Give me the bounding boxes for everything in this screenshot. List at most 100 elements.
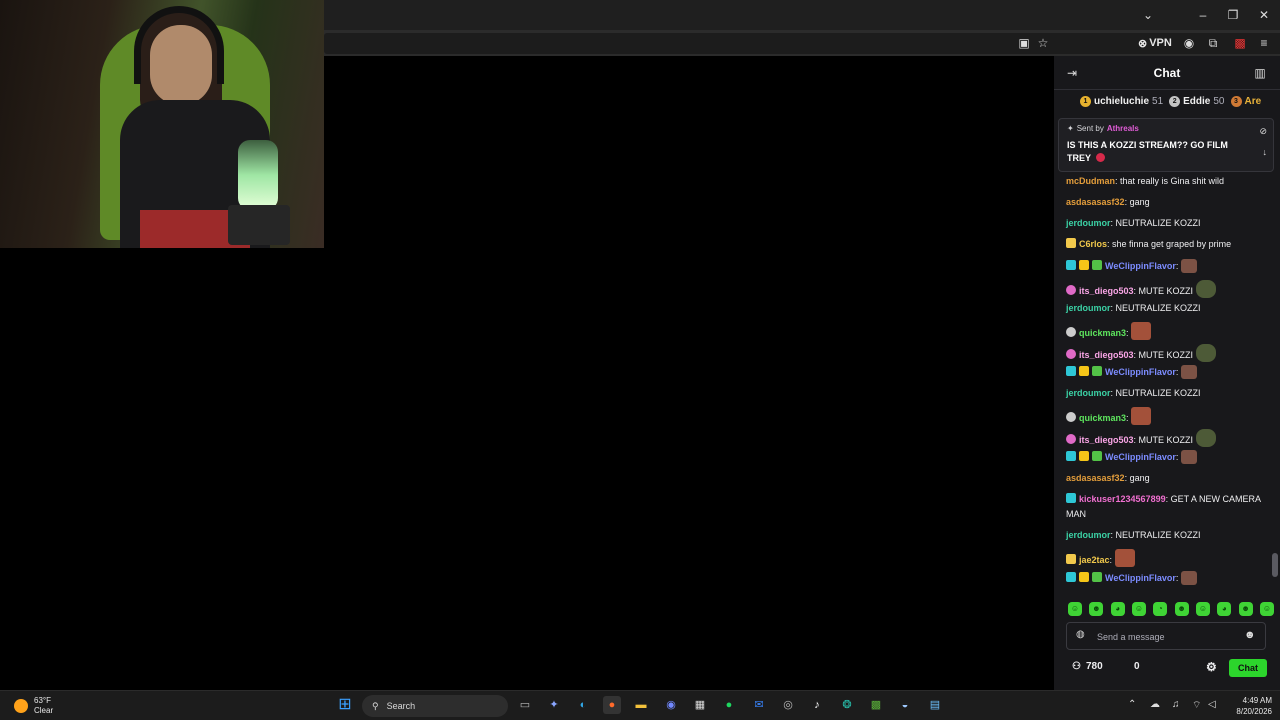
quick-emote-button[interactable]: ◕ [1110, 602, 1125, 616]
chat-username[interactable]: jerdoumor [1066, 218, 1111, 228]
k-badge-icon [1079, 451, 1089, 461]
chat-text: : NEUTRALIZE KOZZI [1110, 218, 1201, 228]
wifi-icon[interactable]: ⌔ [1192, 699, 1201, 712]
emote [1195, 344, 1216, 362]
points-count[interactable]: 0 [1134, 661, 1140, 672]
close-icon[interactable]: ✕ [1255, 6, 1273, 24]
chat-username[interactable]: jerdoumor [1066, 303, 1111, 313]
k-badge-icon [1079, 366, 1089, 376]
restore-icon[interactable]: ❐ [1224, 6, 1242, 24]
chat-username[interactable]: WeClippinFlavor [1105, 367, 1176, 377]
chat-username[interactable]: its_diego503 [1079, 435, 1134, 445]
start-icon[interactable]: ⊞ [336, 696, 354, 714]
quick-emote-button[interactable]: ☺ [1068, 602, 1082, 616]
emote-picker-icon[interactable]: ☻ [1244, 629, 1256, 641]
chat-message: WeClippinFlavor: [1066, 571, 1266, 586]
chat-username[interactable]: its_diego503 [1079, 286, 1134, 296]
copilot-icon[interactable]: ✦ [545, 696, 563, 714]
onedrive-icon[interactable]: ☁ [1150, 699, 1160, 710]
quick-emote-button[interactable]: ☻ [1238, 602, 1253, 616]
chat-text: : MUTE KOZZI [1133, 435, 1194, 445]
chat-username[interactable]: WeClippinFlavor [1105, 573, 1176, 583]
chat-settings-icon[interactable]: ▥ [1252, 65, 1268, 81]
extension-badge-icon[interactable]: ▩ [1232, 35, 1248, 51]
microphone-icon[interactable]: ♫ [1172, 699, 1180, 710]
chat-username[interactable]: kickuser1234567899 [1079, 494, 1166, 504]
vpn-button[interactable]: ⊗ VPN [1138, 35, 1172, 51]
vpn-icon: ⊗ [1138, 37, 1148, 50]
outlook-icon[interactable]: ✉ [750, 696, 768, 714]
quick-emote-button[interactable]: ◕ [1217, 602, 1232, 616]
chat-scrollbar[interactable] [1272, 553, 1278, 577]
address-bar[interactable] [324, 33, 1280, 54]
tab-list-icon[interactable]: ⌄ [1139, 6, 1157, 24]
quick-emote-button[interactable]: ☺ [1195, 602, 1210, 616]
spotify-icon[interactable]: ● [720, 696, 738, 714]
chat-username[interactable]: C6rlos [1079, 239, 1107, 249]
chat-message: jerdoumor: NEUTRALIZE KOZZI [1066, 301, 1266, 316]
quick-emote-button[interactable]: ☺ [1131, 602, 1146, 616]
viewer-count[interactable]: 780 [1086, 661, 1103, 672]
weather-condition: Clear [34, 706, 54, 715]
edge-icon[interactable]: ◐ [574, 696, 592, 714]
tiktok-icon[interactable]: ♪ [808, 696, 826, 714]
chatgpt-icon[interactable]: ❂ [838, 696, 856, 714]
system-clock[interactable]: 4:49 AM 8/20/2026 [1222, 695, 1272, 717]
weather-temperature: 63°F [34, 696, 51, 705]
clock-date: 8/20/2026 [1236, 707, 1272, 716]
quick-emote-button[interactable]: ☺ [1259, 602, 1274, 616]
leaderboard-item[interactable]: 3 Are [1230, 95, 1262, 107]
menu-icon[interactable]: ≡ [1256, 35, 1272, 51]
quick-emote-button[interactable]: ◔ [1153, 602, 1168, 616]
chat-username[interactable]: quickman3 [1079, 328, 1126, 338]
quick-emote-button[interactable]: ☻ [1174, 602, 1189, 616]
taskbar-search[interactable]: ⚲ Search [362, 695, 508, 717]
quick-emote-button[interactable]: ☻ [1089, 602, 1104, 616]
pin-icon: ✦ [1067, 124, 1074, 133]
leaderboard-item[interactable]: 2 Eddie 50 [1169, 95, 1225, 107]
extensions-icon[interactable]: ⧉ [1205, 35, 1221, 51]
chat-username[interactable]: mcDudman [1066, 176, 1115, 186]
account-icon[interactable]: ◉ [1181, 35, 1197, 51]
chat-username[interactable]: quickman3 [1079, 413, 1126, 423]
chat-rules-icon[interactable]: ◍ [1076, 629, 1085, 640]
notepad-icon[interactable]: ▤ [926, 696, 944, 714]
chat-gear-icon[interactable]: ⚙ [1206, 660, 1217, 674]
verified-badge-icon [1066, 493, 1076, 503]
bookmark-star-icon[interactable]: ☆ [1035, 35, 1051, 51]
chat-message-input[interactable] [1097, 630, 1237, 644]
leaderboard-item[interactable]: 1 uchieluchie 51 [1080, 95, 1163, 107]
chat-text: : NEUTRALIZE KOZZI [1110, 388, 1201, 398]
chat-username[interactable]: its_diego503 [1079, 350, 1134, 360]
discord-icon[interactable]: ◉ [662, 696, 680, 714]
chat-username[interactable]: asdasasasf32 [1066, 197, 1125, 207]
leaderboard-name: Are [1244, 95, 1262, 107]
chat-username[interactable]: jae2tac [1079, 555, 1110, 565]
volume-icon[interactable]: ◁ [1208, 699, 1216, 710]
tray-overflow-icon[interactable]: ⌃ [1128, 699, 1136, 710]
chat-username[interactable]: WeClippinFlavor [1105, 261, 1176, 271]
minecraft-icon[interactable]: ▩ [867, 696, 885, 714]
vpn-label: VPN [1149, 37, 1172, 49]
steam-icon[interactable]: ◒ [896, 696, 914, 714]
task-view-icon[interactable]: ▭ [516, 696, 534, 714]
reader-mode-icon[interactable]: ▣ [1016, 35, 1032, 51]
minimize-icon[interactable]: – [1194, 6, 1212, 24]
chat-username[interactable]: asdasasasf32 [1066, 473, 1125, 483]
unpin-icon[interactable]: ⊘ [1259, 126, 1267, 137]
pinned-sender[interactable]: Athreals [1107, 124, 1139, 133]
chat-username[interactable]: jerdoumor [1066, 530, 1111, 540]
chat-username[interactable]: WeClippinFlavor [1105, 452, 1176, 462]
file-explorer-icon[interactable]: ▬ [632, 696, 650, 714]
pinned-sent-by-label: Sent by [1076, 124, 1104, 133]
steam-overlay-icon[interactable]: ◎ [779, 696, 797, 714]
og-badge-icon [1092, 572, 1102, 582]
chat-username[interactable]: jerdoumor [1066, 388, 1111, 398]
expand-pin-icon[interactable]: ↓ [1263, 147, 1268, 157]
weather-widget[interactable]: 63°F Clear [14, 694, 53, 718]
k-badge-icon [1079, 260, 1089, 270]
send-chat-button[interactable]: Chat [1229, 659, 1267, 677]
store-icon[interactable]: ▦ [691, 696, 709, 714]
firefox-icon[interactable]: ● [603, 696, 621, 714]
leaderboard: 1 uchieluchie 51 2 Eddie 50 3 Are [1054, 92, 1280, 110]
